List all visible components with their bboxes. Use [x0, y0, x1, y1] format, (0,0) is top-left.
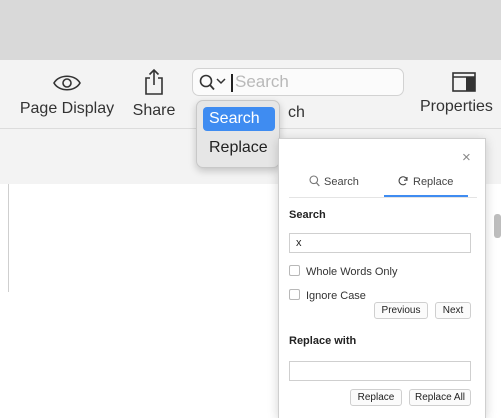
tab-replace[interactable]: Replace	[397, 175, 453, 188]
scrollbar-thumb[interactable]	[494, 214, 501, 238]
replace-button[interactable]: Replace	[350, 389, 402, 406]
share-icon	[145, 68, 163, 95]
properties-button[interactable]: Properties	[420, 72, 501, 116]
next-button[interactable]: Next	[435, 302, 471, 319]
checkbox-box[interactable]	[289, 265, 300, 276]
share-label: Share	[132, 102, 176, 119]
sidebar-panel-icon	[452, 72, 476, 92]
share-button[interactable]: Share	[130, 68, 178, 120]
tab-search-label: Search	[324, 176, 359, 188]
ignore-case-checkbox[interactable]: Ignore Case	[289, 289, 366, 302]
search-mode-menu: Search Replace	[196, 100, 280, 168]
close-icon[interactable]: ×	[462, 149, 471, 166]
page-display-label: Page Display	[19, 100, 115, 117]
active-tab-indicator	[384, 195, 468, 197]
search-placeholder: Search	[235, 72, 289, 91]
ignore-case-label: Ignore Case	[306, 290, 366, 302]
magnifying-glass-icon[interactable]	[199, 73, 215, 91]
document-edge	[8, 184, 9, 292]
whole-words-checkbox[interactable]: Whole Words Only	[289, 265, 398, 278]
text-caret	[231, 74, 233, 92]
search-input[interactable]: x	[289, 233, 471, 253]
tab-replace-label: Replace	[413, 176, 454, 188]
previous-button[interactable]: Previous	[374, 302, 428, 319]
replace-input[interactable]	[289, 361, 471, 381]
find-replace-panel: × Search Replace Search x Whole Words On…	[278, 138, 486, 418]
tab-search[interactable]: Search	[309, 175, 359, 188]
page-display-button[interactable]: Page Display	[18, 72, 116, 118]
chevron-down-icon[interactable]	[216, 78, 226, 85]
window-titlebar	[0, 0, 501, 60]
replace-section-heading: Replace with	[289, 335, 357, 347]
menu-item-replace[interactable]: Replace	[203, 136, 275, 160]
whole-words-label: Whole Words Only	[306, 266, 398, 278]
menu-item-search[interactable]: Search	[203, 107, 275, 131]
search-field[interactable]: Search	[192, 68, 404, 96]
replace-icon	[398, 176, 408, 186]
search-toolbar-label: ch	[288, 104, 305, 121]
eye-icon	[53, 75, 81, 91]
search-section-heading: Search	[289, 209, 326, 221]
replace-all-button[interactable]: Replace All	[409, 389, 471, 406]
tabs-divider	[289, 197, 477, 198]
magnifying-glass-icon	[309, 175, 320, 187]
properties-label: Properties	[420, 98, 493, 115]
checkbox-box[interactable]	[289, 289, 300, 300]
